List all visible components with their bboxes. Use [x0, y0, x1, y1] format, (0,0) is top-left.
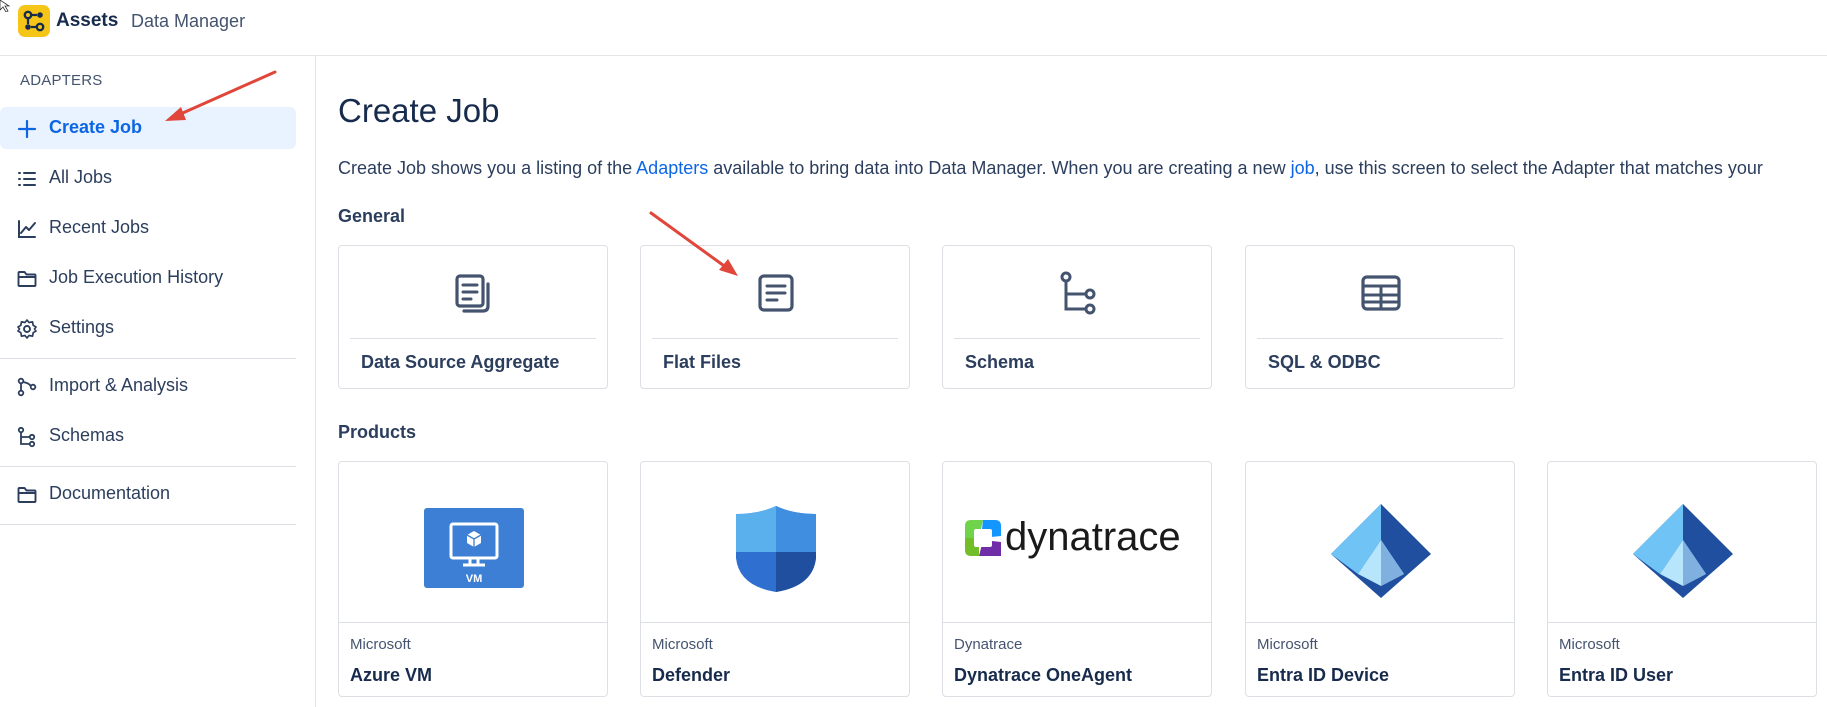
general-section-title: General [338, 206, 406, 226]
azure-vm-logo: VM [424, 508, 524, 588]
product-title: Azure VM [350, 665, 433, 685]
job-link[interactable]: job [1291, 158, 1315, 178]
dynatrace-logo: dynatrace [965, 515, 1181, 559]
product-title: Dynatrace OneAgent [954, 665, 1133, 685]
product-logo-area [641, 462, 909, 623]
product-vendor: Dynatrace [954, 636, 1023, 653]
adapters-link[interactable]: Adapters [636, 158, 708, 178]
app-header: Assets Data Manager [0, 0, 1827, 56]
defender-shield-logo [736, 506, 816, 592]
sidebar-item-label: Settings [49, 317, 115, 337]
intro-text-part: available to bring data into Data Manage… [708, 158, 1291, 178]
branch-icon [17, 377, 37, 397]
sidebar-item-documentation[interactable]: Documentation [0, 473, 296, 515]
page-title: Create Job [338, 92, 500, 129]
product-logo-area: dynatrace [943, 462, 1211, 623]
sidebar-divider [0, 466, 296, 467]
app-name[interactable]: Assets [56, 10, 118, 32]
product-vendor: Microsoft [350, 636, 411, 653]
intro-text-part: Create Job shows you a listing of the [338, 158, 637, 178]
product-logo-area: VM [339, 462, 607, 623]
sidebar-item-recent-jobs[interactable]: Recent Jobs [0, 207, 296, 249]
app-section-name: Data Manager [131, 11, 246, 31]
azure-vm-logo-text: VM [466, 573, 483, 585]
product-vendor: Microsoft [1257, 636, 1318, 653]
card-title: Data Source Aggregate [361, 352, 560, 372]
documents-icon [455, 274, 490, 313]
product-card-entra-id-user[interactable]: Microsoft Entra ID User [1547, 461, 1817, 697]
schema-icon [1060, 271, 1096, 315]
sidebar-item-label: Documentation [49, 483, 171, 503]
sidebar-item-label: Import & Analysis [49, 375, 189, 395]
sidebar-item-label: Schemas [49, 425, 125, 445]
product-title: Entra ID Device [1257, 665, 1390, 685]
card-separator [350, 338, 596, 339]
intro-text: Create Job shows you a listing of the Ad… [338, 158, 1763, 179]
sidebar-item-create-job[interactable]: Create Job [0, 107, 296, 149]
product-card-dynatrace-oneagent[interactable]: dynatrace Dynatrace Dynatrace OneAgent [942, 461, 1212, 697]
mouse-cursor-icon [0, 0, 10, 12]
product-card-defender[interactable]: Microsoft Defender [640, 461, 910, 697]
document-icon [758, 274, 794, 312]
sidebar-item-job-execution-history[interactable]: Job Execution History [0, 257, 296, 299]
card-title: SQL & ODBC [1268, 352, 1381, 372]
sidebar-item-label: Create Job [49, 117, 143, 137]
sidebar-item-label: Recent Jobs [49, 217, 150, 237]
sidebar-item-label: Job Execution History [49, 267, 224, 287]
products-section-title: Products [338, 422, 417, 442]
card-title: Flat Files [663, 352, 742, 372]
folder-icon [17, 271, 37, 287]
sidebar-item-label: All Jobs [49, 167, 113, 187]
product-title: Defender [652, 665, 731, 685]
sidebar-item-settings[interactable]: Settings [0, 307, 296, 349]
gear-icon [17, 319, 37, 339]
sidebar-section-label: ADAPTERS [20, 72, 103, 89]
entra-id-logo [1633, 504, 1733, 598]
product-title: Entra ID User [1559, 665, 1674, 685]
list-icon [18, 172, 36, 186]
product-card-entra-id-device[interactable]: Microsoft Entra ID Device [1245, 461, 1515, 697]
card-title: Schema [965, 352, 1035, 372]
dynatrace-logo-text: dynatrace [1005, 515, 1181, 559]
card-separator [1257, 338, 1503, 339]
adapter-card-data-source-aggregate[interactable]: Data Source Aggregate [338, 245, 608, 389]
adapter-card-flat-files[interactable]: Flat Files [640, 245, 910, 389]
adapter-card-schema[interactable]: Schema [942, 245, 1212, 389]
intro-text-part: , use this screen to select the Adapter … [1314, 158, 1763, 178]
line-chart-icon [18, 220, 36, 238]
folder-icon [17, 487, 37, 503]
product-card-azure-vm[interactable]: VM Microsoft Azure VM [338, 461, 608, 697]
card-separator [652, 338, 898, 339]
app-logo[interactable] [18, 5, 50, 37]
plus-icon [17, 119, 37, 139]
sidebar-divider [0, 524, 296, 525]
table-icon [1361, 275, 1401, 311]
product-logo-area [1246, 462, 1514, 623]
sidebar-item-schemas[interactable]: Schemas [0, 415, 296, 457]
product-vendor: Microsoft [652, 636, 713, 653]
sidebar: ADAPTERS Create Job All Jobs Recent Jobs… [0, 56, 316, 707]
sidebar-divider [0, 358, 296, 359]
product-logo-area [1548, 462, 1816, 623]
sidebar-item-import-analysis[interactable]: Import & Analysis [0, 365, 296, 407]
assets-logo-icon [23, 10, 45, 32]
adapter-card-sql-odbc[interactable]: SQL & ODBC [1245, 245, 1515, 389]
card-separator [954, 338, 1200, 339]
product-vendor: Microsoft [1559, 636, 1620, 653]
entra-id-logo [1331, 504, 1431, 598]
sidebar-item-all-jobs[interactable]: All Jobs [0, 157, 296, 199]
hierarchy-icon [17, 426, 36, 448]
